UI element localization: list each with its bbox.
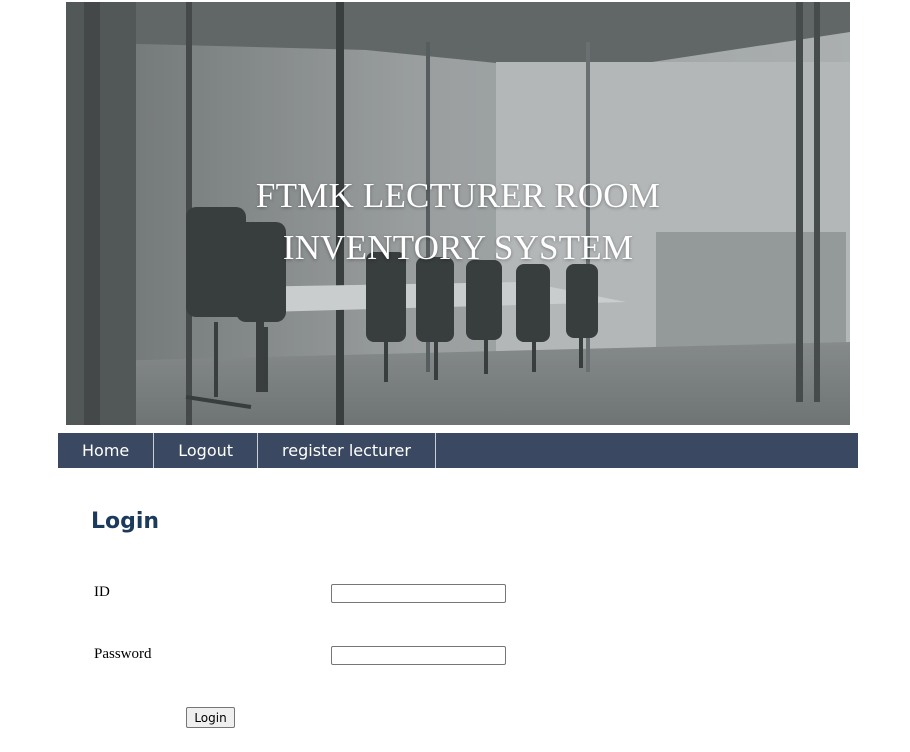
nav-register-lecturer-link[interactable]: register lecturer — [258, 433, 436, 468]
main-nav: Home Logout register lecturer — [58, 433, 858, 468]
password-input[interactable] — [331, 646, 506, 665]
header-banner: FTMK LECTURER ROOM INVENTORY SYSTEM — [66, 2, 850, 425]
login-heading: Login — [91, 509, 160, 534]
nav-home-link[interactable]: Home — [58, 433, 155, 468]
id-input[interactable] — [331, 584, 506, 603]
site-title: FTMK LECTURER ROOM INVENTORY SYSTEM — [66, 170, 850, 274]
site-title-line-2: INVENTORY SYSTEM — [282, 228, 634, 267]
login-button[interactable]: Login — [186, 707, 235, 728]
nav-logout-link[interactable]: Logout — [154, 433, 259, 468]
password-label: Password — [94, 646, 152, 662]
page: FTMK LECTURER ROOM INVENTORY SYSTEM Home… — [0, 0, 910, 752]
id-label: ID — [94, 584, 110, 600]
site-title-line-1: FTMK LECTURER ROOM — [255, 176, 661, 215]
